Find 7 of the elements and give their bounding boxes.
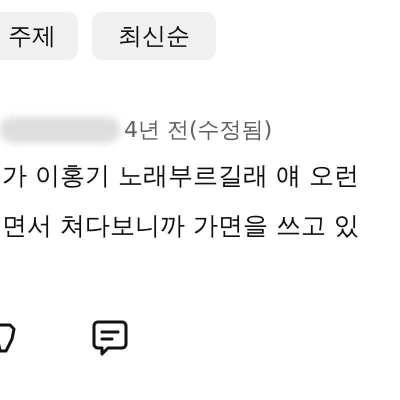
dislike-icon[interactable] bbox=[0, 321, 16, 355]
comment-text: 면서 쳐다보니까 가면을 쓰고 있 bbox=[2, 210, 360, 242]
filter-chip[interactable]: 주제 bbox=[0, 12, 78, 60]
filter-chip[interactable]: 최신순 bbox=[92, 12, 216, 60]
comment-timestamp: 4년 전(수정됨) bbox=[124, 117, 272, 145]
reply-icon[interactable] bbox=[92, 320, 128, 356]
comment-text: 가 이홍기 노래부르길래 얘 오런 bbox=[2, 160, 360, 192]
